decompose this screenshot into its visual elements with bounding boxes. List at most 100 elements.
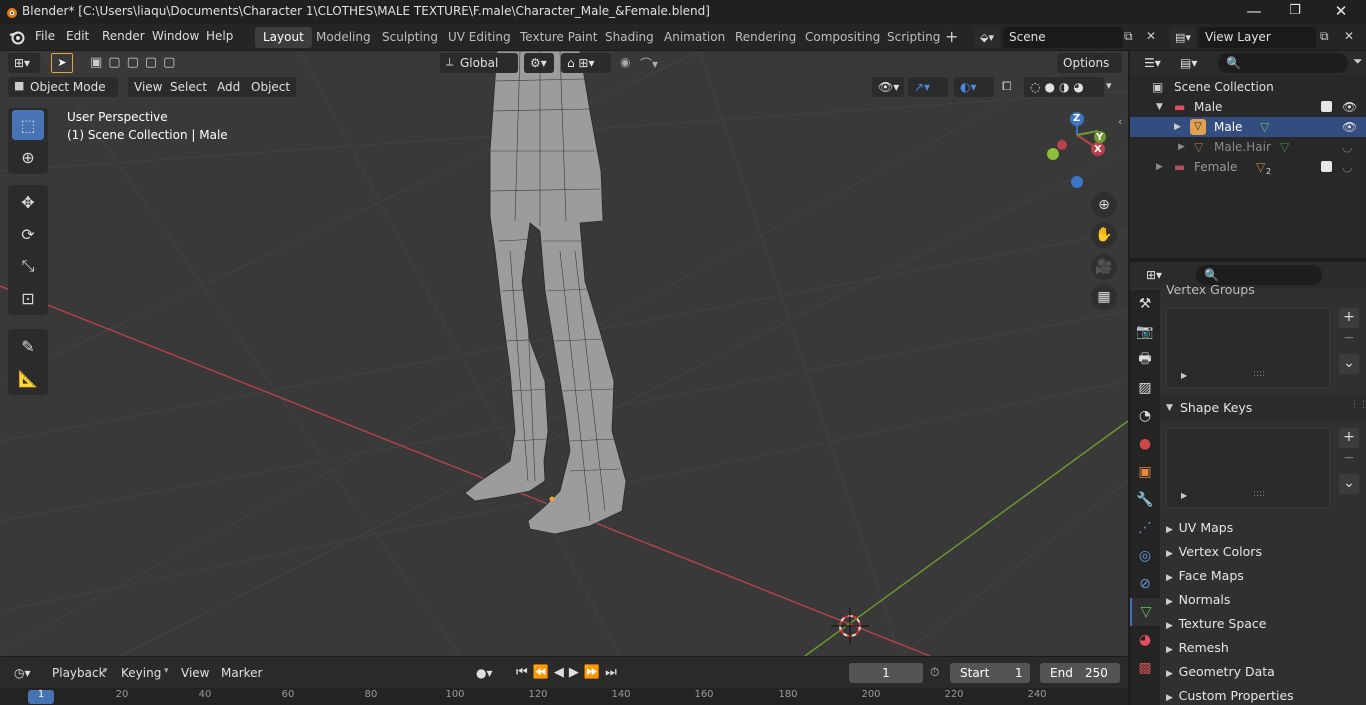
close-button[interactable]: ✕ [1318, 0, 1364, 24]
scene-tab-icon[interactable]: ◔ [1130, 402, 1160, 430]
frame-ruler[interactable]: 1 20 40 60 80 100 120 140 160 180 200 22… [0, 688, 1128, 705]
shape-key-specials-icon[interactable]: ⌄ [1339, 474, 1359, 494]
overlay-toggle-icon[interactable]: ◐▾ [954, 77, 994, 97]
snapping-icon[interactable]: ⌂ ⊞▾ [561, 53, 611, 73]
menu-add[interactable]: Add [211, 77, 247, 97]
menu-playback[interactable]: Playback [52, 663, 106, 683]
particles-tab-icon[interactable]: ⋰ [1130, 514, 1160, 542]
tab-sculpting[interactable]: Sculpting [374, 27, 446, 48]
exclude-checkbox[interactable] [1321, 161, 1332, 172]
texture-tab-icon[interactable]: ▩ [1130, 654, 1160, 682]
panel-uv-maps[interactable]: ▶ UV Maps [1166, 516, 1356, 540]
outliner-item-male-hair[interactable]: ▶ ▽ Male.Hair ▽ ◡ [1130, 137, 1366, 157]
menu-edit[interactable]: Edit [66, 29, 89, 43]
object-tab-icon[interactable]: ▣ [1130, 458, 1160, 486]
transform-tool-icon[interactable]: ⊡ [12, 283, 44, 313]
menu-file[interactable]: File [35, 29, 55, 43]
copy-scene-icon[interactable]: ⧉ [1124, 29, 1133, 44]
tab-layout[interactable]: Layout [255, 27, 312, 48]
tab-texture-paint[interactable]: Texture Paint [512, 27, 605, 48]
outliner-scene-collection[interactable]: ▣ Scene Collection [1130, 77, 1366, 97]
tab-rendering[interactable]: Rendering [727, 27, 804, 48]
tab-compositing[interactable]: Compositing [797, 27, 888, 48]
exclude-checkbox[interactable] [1321, 101, 1332, 112]
expand-icon[interactable]: ▶ [1178, 137, 1185, 157]
outliner-item-male-collection[interactable]: ▼ ▬ Male 👁 [1130, 97, 1366, 117]
tab-shading[interactable]: Shading [597, 27, 662, 48]
scene-selector-icon[interactable]: ⬙▾ [974, 27, 1000, 48]
panel-texture-space[interactable]: ▶ Texture Space [1166, 612, 1356, 636]
menu-keying[interactable]: Keying [121, 663, 161, 683]
view-layer-field[interactable]: View Layer [1199, 27, 1316, 48]
tab-animation[interactable]: Animation [656, 27, 733, 48]
tab-uv-editing[interactable]: UV Editing [440, 27, 519, 48]
add-workspace-icon[interactable]: + [945, 27, 958, 46]
panel-remesh[interactable]: ▶ Remesh [1166, 636, 1356, 660]
blender-menu-icon[interactable] [9, 29, 25, 45]
mode-dropdown[interactable]: Object Mode [8, 77, 118, 97]
timeline-editor-icon[interactable]: ◷▾ [8, 663, 40, 683]
falloff-curve-icon[interactable]: ⌒▾ [640, 55, 658, 72]
3d-viewport[interactable]: ⊞▾ ➤ ▣▢▢▢▢ Global ⟂ ⚙▾ ⌂ ⊞▾ ◉ ⌒▾ Options… [0, 51, 1128, 656]
modifier-tab-icon[interactable]: 🔧 [1130, 486, 1160, 514]
proportional-edit-icon[interactable]: ◉ [620, 55, 630, 69]
menu-select[interactable]: Select [164, 77, 214, 97]
scene-name-field[interactable]: Scene [1003, 27, 1123, 48]
zoom-icon[interactable]: ⊕ [1091, 192, 1117, 218]
panel-custom-properties[interactable]: ▶ Custom Properties [1166, 684, 1356, 705]
eye-closed-icon[interactable]: ◡ [1342, 137, 1352, 157]
drag-handle-icon[interactable]: ⋮⋮ [1350, 400, 1366, 410]
eye-icon[interactable]: 👁 [1342, 117, 1357, 137]
camera-view-icon[interactable]: 🎥 [1091, 254, 1117, 280]
pivot-point-icon[interactable]: ⚙▾ [524, 53, 554, 73]
material-tab-icon[interactable]: ◕ [1130, 626, 1160, 654]
remove-view-layer-icon[interactable]: ✕ [1344, 29, 1354, 43]
remove-shape-key-button[interactable]: − [1339, 449, 1359, 469]
selection-mode-icons[interactable]: ▣▢▢▢▢ [88, 53, 184, 73]
filter-icon[interactable]: ⏷ [1353, 54, 1363, 69]
editor-type-icon[interactable]: ⊞▾ [8, 53, 40, 73]
menu-help[interactable]: Help [206, 29, 233, 43]
move-tool-icon[interactable]: ✥ [12, 187, 44, 217]
render-tab-icon[interactable]: 📷 [1130, 318, 1160, 346]
vertex-groups-list[interactable]: ▶ :::: [1166, 308, 1330, 388]
tool-tab-icon[interactable]: ⚒ [1130, 290, 1160, 318]
current-frame-field[interactable]: 1 [849, 663, 923, 683]
eye-closed-icon[interactable]: ◡ [1342, 157, 1352, 177]
maximize-button[interactable]: ❐ [1272, 0, 1318, 24]
outliner-item-male-object[interactable]: ▶ ▽ Male ▽ 👁 [1130, 117, 1366, 137]
panel-face-maps[interactable]: ▶ Face Maps [1166, 564, 1356, 588]
outliner-editor-icon[interactable]: ☰▾ [1138, 53, 1168, 73]
outliner-search-input[interactable]: 🔍 [1218, 53, 1348, 73]
menu-window[interactable]: Window [152, 29, 199, 43]
panel-vertex-colors[interactable]: ▶ Vertex Colors [1166, 540, 1356, 564]
expand-icon[interactable]: ▶ [1174, 117, 1181, 137]
end-frame-field[interactable]: End [1040, 663, 1120, 683]
eye-icon[interactable]: 👁 [1342, 97, 1357, 117]
minimize-button[interactable]: — [1231, 0, 1277, 24]
panel-geometry-data[interactable]: ▶ Geometry Data [1166, 660, 1356, 684]
expand-icon[interactable]: ▼ [1156, 97, 1163, 117]
menu-view[interactable]: View [128, 77, 169, 97]
scale-tool-icon[interactable]: ⤡ [12, 251, 44, 281]
vertex-group-specials-icon[interactable]: ⌄ [1339, 354, 1359, 374]
view-layer-tab-icon[interactable]: ▨ [1130, 374, 1160, 402]
menu-marker[interactable]: Marker [221, 663, 262, 683]
menu-object[interactable]: Object [245, 77, 297, 97]
copy-view-layer-icon[interactable]: ⧉ [1320, 29, 1329, 44]
world-tab-icon[interactable]: ● [1130, 430, 1160, 458]
pan-hand-icon[interactable]: ✋ [1091, 222, 1117, 248]
mesh-data-tab-icon[interactable]: ▽ [1130, 598, 1160, 626]
list-resize-handle-icon[interactable]: :::: [1253, 489, 1265, 499]
select-box-tool-icon[interactable]: ⬚ [12, 110, 44, 140]
tab-modeling[interactable]: Modeling [308, 27, 379, 48]
tab-scripting[interactable]: Scripting [879, 27, 948, 48]
visibility-icon[interactable]: 👁▾ [872, 77, 904, 97]
output-tab-icon[interactable]: 🖶 [1130, 346, 1160, 374]
sidebar-toggle-icon[interactable]: ‹ [1118, 115, 1122, 128]
display-mode-icon[interactable]: ▤▾ [1174, 53, 1204, 73]
list-expand-icon[interactable]: ▶ [1181, 371, 1187, 380]
list-expand-icon[interactable]: ▶ [1181, 491, 1187, 500]
cursor-tool-icon[interactable]: ⊕ [12, 142, 44, 172]
add-shape-key-button[interactable]: + [1339, 428, 1359, 448]
